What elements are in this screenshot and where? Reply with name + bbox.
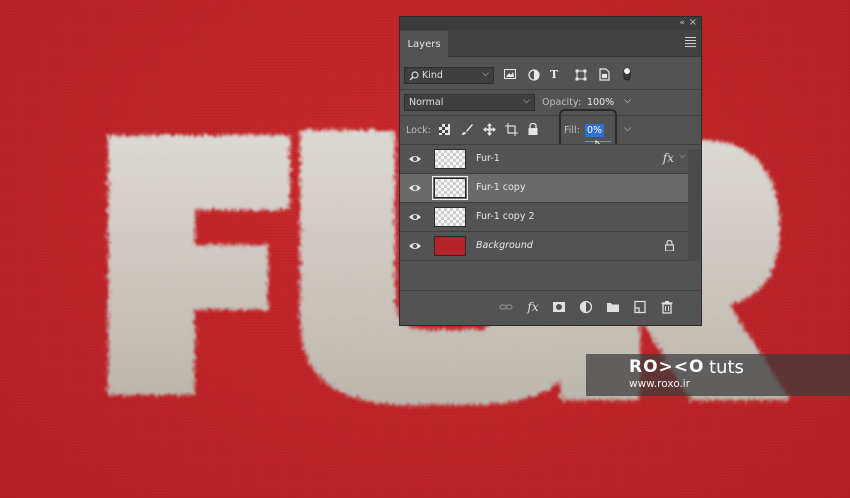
new-layer-icon[interactable] [633,300,647,314]
fill-value-input[interactable]: 0% [585,124,605,137]
visibility-eye-icon[interactable] [408,241,422,251]
shape-filter-icon[interactable] [575,69,587,81]
new-adjustment-layer-icon[interactable] [579,300,593,314]
watermark-url: www.roxo.ir [629,378,691,390]
layer-name[interactable]: Background [476,240,533,251]
lock-all-icon[interactable] [528,123,538,135]
visibility-eye-icon[interactable] [408,154,422,164]
chevron-down-icon: ⌵ [523,96,530,106]
panel-tab-row: Layers [400,30,701,57]
watermark-tuts: tuts [709,357,744,378]
lock-icon [665,240,674,251]
layer-thumbnail [434,149,466,169]
visibility-eye-icon[interactable] [408,212,422,222]
watermark-brand: RO><O [629,357,705,377]
layer-thumbnail [434,236,466,256]
opacity-value[interactable]: 100% [587,97,614,108]
new-group-folder-icon[interactable] [606,300,620,314]
watermark-banner: RO><O tuts www.roxo.ir [586,354,850,396]
filter-toggle-icon[interactable] [622,66,632,82]
lock-transparent-pixels-icon[interactable] [439,124,450,135]
tab-layers[interactable]: Layers [400,31,448,57]
layer-effects-fx-icon[interactable]: fx [663,151,674,165]
adjustment-filter-icon[interactable] [528,69,540,81]
layers-panel: « × Layers Kind ⌵ T Normal ⌵ Opacity: 10… [399,16,702,326]
search-icon [409,70,419,80]
blend-mode-value: Normal [409,97,444,108]
divider [400,115,701,116]
layer-name[interactable]: Fur-1 copy 2 [476,211,535,222]
fill-label: Fill: [564,125,580,136]
fill-chevron-icon[interactable]: ⌵ [624,123,631,134]
divider [400,89,701,90]
panel-bottom-toolbar: fx [400,290,701,325]
smart-object-filter-icon[interactable] [599,68,610,81]
layers-scrollbar[interactable] [688,149,700,261]
filter-kind-dropdown[interactable]: Kind ⌵ [404,67,494,84]
visibility-eye-icon[interactable] [408,183,422,193]
layer-row-fur-1[interactable]: Fur-1 fx ⌵ [400,145,688,174]
link-layers-icon[interactable] [499,300,513,314]
letter-f [108,135,290,395]
add-mask-icon[interactable] [552,300,566,314]
opacity-chevron-icon[interactable]: ⌵ [624,95,631,106]
layer-row-background[interactable]: Background [400,232,688,261]
chevron-down-icon: ⌵ [482,69,489,79]
filter-kind-label: Kind [422,70,443,81]
layer-thumbnail [432,176,468,200]
panel-title-bar: « × [400,17,701,30]
layer-name[interactable]: Fur-1 copy [476,182,525,193]
type-filter-icon[interactable]: T [550,68,558,81]
collapse-panel-icon[interactable]: « [679,18,685,28]
lock-artboard-icon[interactable] [505,123,518,136]
layer-name[interactable]: Fur-1 [476,153,500,164]
close-panel-icon[interactable]: × [689,17,697,28]
layer-row-fur-1-copy[interactable]: Fur-1 copy [400,174,688,203]
lock-label: Lock: [406,125,431,136]
image-filter-icon[interactable] [504,69,516,80]
blend-mode-dropdown[interactable]: Normal ⌵ [404,94,535,111]
lock-position-icon[interactable] [483,123,496,136]
layer-row-fur-1-copy-2[interactable]: Fur-1 copy 2 [400,203,688,232]
chevron-down-icon[interactable]: ⌵ [679,151,686,161]
panel-menu-icon[interactable] [685,37,696,49]
layer-thumbnail [434,207,466,227]
lock-image-pixels-icon[interactable] [461,123,473,136]
add-layer-style-fx-icon[interactable]: fx [526,300,540,314]
delete-layer-trash-icon[interactable] [660,300,674,314]
opacity-label: Opacity: [542,97,582,108]
